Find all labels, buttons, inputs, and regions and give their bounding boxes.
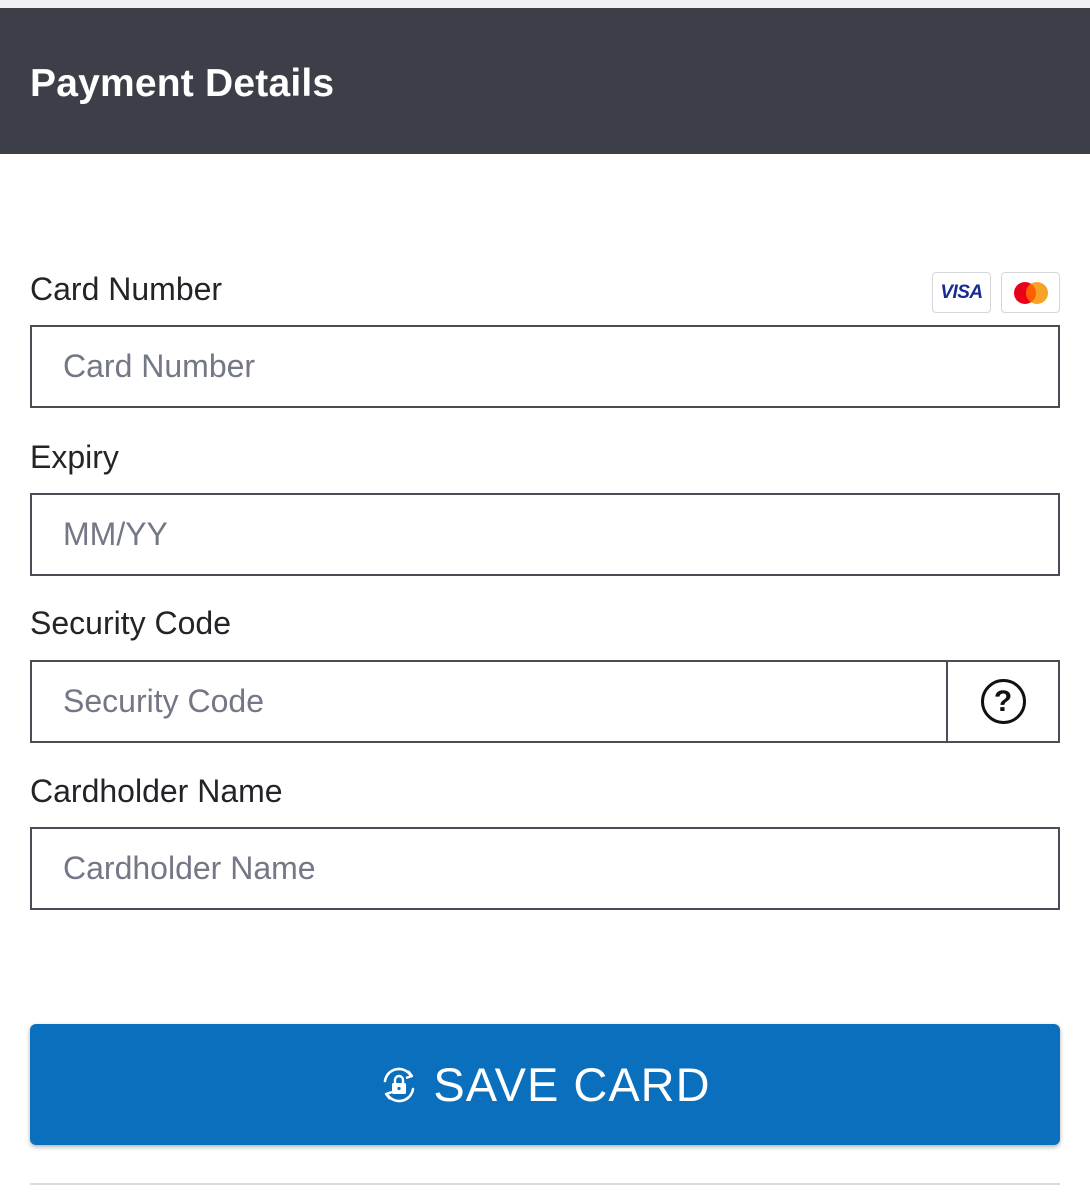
expiry-input[interactable] [32,495,1058,574]
save-card-label: SAVE CARD [433,1058,711,1111]
card-number-field [30,325,1060,408]
mastercard-logo [1001,272,1060,313]
cardholder-name-input[interactable] [32,829,1058,908]
card-number-input[interactable] [32,327,1058,406]
security-code-label: Security Code [30,605,231,641]
expiry-field [30,493,1060,576]
lock-icon [384,1067,415,1102]
mastercard-icon [1013,281,1048,304]
visa-logo: VISA [932,272,991,313]
page-header: Payment Details [0,8,1090,154]
save-card-button[interactable]: SAVE CARD [30,1024,1060,1145]
security-code-help-button[interactable]: ? [946,662,1058,741]
top-strip [0,0,1090,8]
card-number-label: Card Number [30,271,223,307]
security-code-field: ? [30,660,1060,743]
visa-logo-text: VISA [940,281,983,303]
accepted-cards: VISA [932,272,1060,313]
bottom-divider [30,1183,1060,1185]
page-title: Payment Details [30,62,335,105]
expiry-label: Expiry [30,439,119,475]
question-mark-icon: ? [980,679,1026,724]
security-code-input[interactable] [32,662,947,741]
cardholder-name-field [30,827,1060,910]
cardholder-name-label: Cardholder Name [30,773,283,809]
